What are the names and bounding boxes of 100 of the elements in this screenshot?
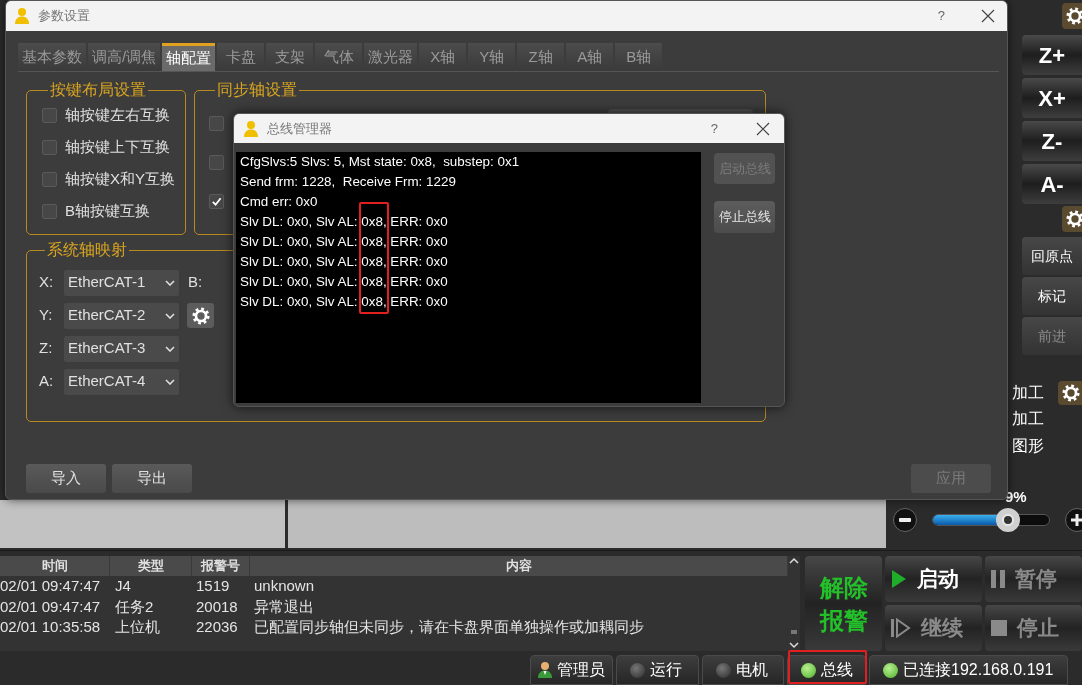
column-header[interactable]: 报警号 [192,556,250,576]
dropdown-value: EtherCAT-1 [67,272,147,293]
console-line: Send frm: 1228, Receive Frm: 1229 [240,173,457,191]
table-cell-text: 02/01 10:35:58 [0,617,102,637]
axis-label: Y: [39,305,54,326]
tab[interactable]: 轴配置 [162,43,216,71]
checkbox[interactable] [42,107,57,123]
option-label: 加工 [1012,408,1044,429]
window-title: 总线管理器 [267,119,332,138]
zoom-out-button[interactable] [893,508,917,532]
slider[interactable] [932,508,1050,532]
user-icon [537,661,553,679]
action-button[interactable]: 回原点 [1022,237,1082,275]
help-button[interactable]: ? [708,118,720,139]
close-button[interactable] [981,9,995,23]
console-line: Slv DL: 0x0, Slv AL: 0x8, ERR: 0x0 [240,213,449,231]
bus-button[interactable]: 停止总线 [714,201,775,233]
axis-label: A: [39,371,55,392]
status-label: 电机 [736,660,768,680]
minus-icon [899,518,911,522]
status-label: 运行 [650,660,682,680]
table-cell-text: 20018 [195,596,239,617]
group-title: 系统轴映射 [46,241,128,259]
jog-button[interactable]: Z+ [1022,35,1082,75]
checkbox[interactable] [209,194,224,209]
speed-reading: 9% [1005,486,1027,507]
console-line: Slv DL: 0x0, Slv AL: 0x8, ERR: 0x0 [240,273,449,291]
status-label: 已连接192.168.0.191 [903,660,1054,680]
jog-button[interactable]: X+ [1022,78,1082,118]
table-cell-text: 02/01 09:47:47 [0,576,102,596]
axis-label: B: [188,272,203,293]
axis-dropdown[interactable]: EtherCAT-4 [64,368,179,395]
chevron-icon [165,378,175,385]
table-cell-text: 任务2 [114,596,155,617]
jog-button[interactable]: Z- [1022,121,1082,161]
column-header[interactable]: 类型 [110,556,192,576]
settings-icon [1065,6,1082,26]
status-label: 总线 [821,660,853,680]
settings-button[interactable] [1062,206,1082,232]
console-line: CfgSlvs:5 Slvs: 5, Mst state: 0x8, substep: 0x1 [240,153,521,171]
axis-label: Z: [39,338,54,359]
checkbox[interactable] [42,139,57,155]
option-label: 图形 [1012,435,1044,456]
checkbox-label: 轴按键X和Y互换 [65,168,175,189]
column-header[interactable]: 时间 [0,556,110,576]
checkbox[interactable] [209,155,224,170]
table-cell-text: 02/01 09:47:47 [0,596,102,617]
chevron-icon [165,345,175,352]
chevron-icon [165,312,175,319]
checkbox[interactable] [42,203,57,219]
table-cell-text: 上位机 [114,617,161,637]
chevron-icon [165,279,175,286]
console-line: Slv DL: 0x0, Slv AL: 0x8, ERR: 0x0 [240,293,449,311]
dropdown-value: EtherCAT-2 [67,305,147,326]
dialog-button[interactable]: 导入 [26,464,106,493]
dropdown-value: EtherCAT-3 [67,338,147,359]
settings-button[interactable] [1058,380,1082,405]
axis-dropdown[interactable]: EtherCAT-2 [64,302,179,329]
close-icon [756,121,770,136]
check-icon [211,196,222,207]
table-cell-text: J4 [114,576,132,596]
console-line: Cmd err: 0x0 [240,193,319,211]
axis-dropdown[interactable]: EtherCAT-3 [64,335,179,362]
close-icon [981,9,995,23]
table-cell-text: 异常退出 [253,596,315,617]
plus-icon [1071,514,1082,526]
axis-label: X: [39,272,55,293]
user-icon [14,7,30,25]
table-cell-text: 1519 [195,576,231,596]
table-cell-text: 已配置同步轴但未同步，请在卡盘界面单独操作或加耦同步 [253,617,645,637]
option-label: 加工 [1012,382,1044,403]
close-button[interactable] [756,121,770,136]
dropdown-value: EtherCAT-4 [67,371,147,392]
checkbox-label: B轴按键互换 [65,200,150,221]
window-title: 参数设置 [38,7,90,26]
checkbox[interactable] [42,171,57,187]
action-button[interactable]: 标记 [1022,277,1082,315]
resume-icon [891,618,911,638]
settings-button[interactable] [1062,3,1082,29]
checkbox[interactable] [209,116,224,131]
settings-button[interactable] [187,303,214,328]
table-cell-text: 22036 [195,617,239,637]
dialog-button[interactable]: 导出 [112,464,192,493]
jog-button[interactable]: A- [1022,164,1082,204]
axis-dropdown[interactable]: EtherCAT-1 [64,269,179,296]
user-icon [243,119,259,138]
table-cell-text: unknown [253,576,316,596]
console-line: Slv DL: 0x0, Slv AL: 0x8, ERR: 0x0 [240,253,449,271]
help-button[interactable]: ? [935,6,947,26]
zoom-in-button[interactable] [1065,508,1082,532]
settings-icon [1061,382,1081,403]
slider-thumb[interactable] [995,508,1020,532]
play-icon [891,569,907,589]
checkbox-label: 轴按键左右互换 [65,104,170,125]
console-line: Slv DL: 0x0, Slv AL: 0x8, ERR: 0x0 [240,233,449,251]
pause-icon [991,570,1005,588]
group-title: 按键布局设置 [49,81,147,99]
clear-alarm-button[interactable]: 解除报警 [805,556,882,651]
control-button[interactable]: 启动 [885,556,982,602]
checkbox-label: 轴按键上下互换 [65,136,170,157]
